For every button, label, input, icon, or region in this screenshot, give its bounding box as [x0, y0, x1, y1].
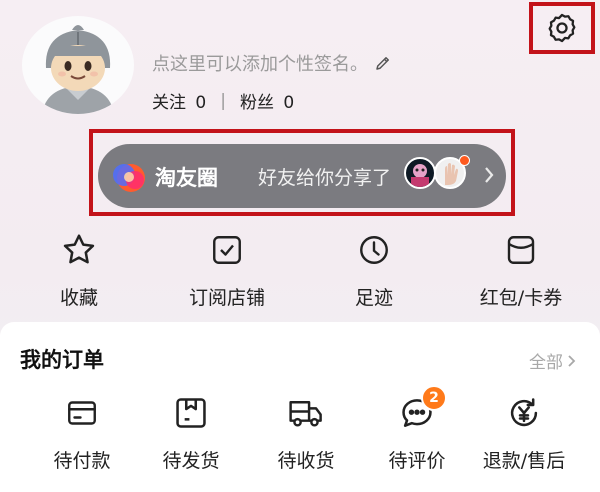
order-pending-payment[interactable]: 待付款	[22, 393, 142, 473]
signature-text[interactable]: 点这里可以添加个性签名。	[152, 50, 368, 76]
settings-highlight[interactable]	[529, 2, 595, 54]
shortcut-label: 足迹	[354, 287, 393, 309]
shortcut-subscribed-stores[interactable]: 订阅店铺	[152, 230, 302, 310]
following-count: 0	[195, 93, 207, 113]
star-icon	[63, 234, 95, 264]
signature-editor[interactable]: 点这里可以添加个性签名。	[152, 50, 392, 76]
fans-count: 0	[283, 93, 295, 113]
order-label: 待发货	[162, 450, 220, 472]
avatar[interactable]	[22, 16, 134, 114]
orders-view-all-label: 全部	[529, 353, 563, 373]
coupon-icon	[507, 236, 535, 264]
package-box-icon	[176, 398, 206, 428]
following-link[interactable]: 关注 0	[152, 88, 206, 113]
review-count-badge: 2	[421, 385, 447, 411]
orders-title: 我的订单	[20, 348, 104, 372]
fans-link[interactable]: 粉丝 0	[240, 88, 294, 113]
shortcut-history[interactable]: 足迹	[299, 230, 449, 310]
taoyouquan-title: 淘友圈	[155, 166, 218, 190]
shortcut-coupons[interactable]: 红包/卡券	[446, 230, 596, 310]
clock-icon	[360, 236, 388, 264]
orders-view-all-link[interactable]: 全部	[529, 348, 576, 373]
chevron-right-icon	[485, 167, 494, 183]
wallet-card-icon	[68, 401, 96, 425]
pencil-icon[interactable]	[374, 54, 392, 72]
stats-separator: |	[220, 90, 226, 111]
friend-avatar	[404, 157, 436, 189]
shortcut-label: 收藏	[59, 287, 98, 309]
chevron-right-icon	[568, 354, 576, 367]
order-label: 退款/售后	[482, 450, 566, 472]
new-update-dot	[459, 155, 470, 166]
shortcut-label: 订阅店铺	[188, 287, 265, 309]
follow-stats: 关注 0 | 粉丝 0	[152, 88, 294, 114]
order-label: 待付款	[53, 450, 111, 472]
order-pending-shipment[interactable]: 待发货	[131, 393, 251, 473]
shortcut-label: 红包/卡券	[479, 287, 563, 309]
gear-icon[interactable]	[545, 11, 579, 45]
order-pending-receipt[interactable]: 待收货	[246, 393, 366, 473]
taoyouquan-share-text: 好友给你分享了	[258, 167, 392, 189]
order-refund-aftersales[interactable]: 退款/售后	[464, 393, 584, 473]
order-label: 待评价	[388, 450, 446, 472]
subscribe-store-icon	[213, 236, 241, 264]
taoyouquan-logo-icon	[113, 164, 145, 192]
shortcut-favorites[interactable]: 收藏	[4, 230, 154, 310]
refund-yen-icon	[510, 398, 538, 427]
fans-label: 粉丝	[239, 93, 274, 113]
truck-icon	[289, 401, 322, 427]
order-pending-review[interactable]: 2 待评价	[357, 385, 477, 473]
following-label: 关注	[152, 93, 186, 113]
order-label: 待收货	[277, 450, 335, 472]
